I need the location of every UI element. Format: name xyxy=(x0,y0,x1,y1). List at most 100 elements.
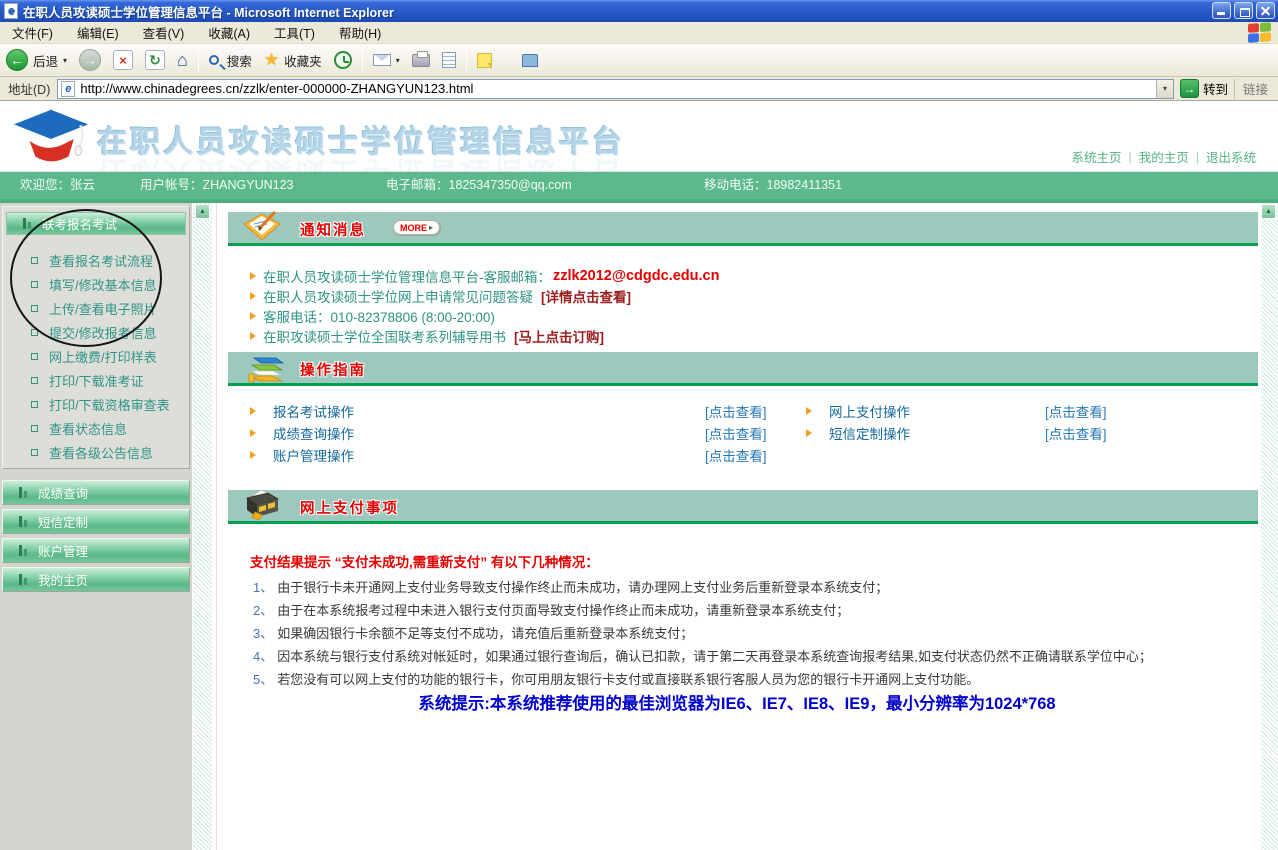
search-button[interactable]: 搜索 xyxy=(203,45,258,75)
content-scroll-up-button[interactable]: ▲ xyxy=(1261,204,1276,219)
back-dropdown-icon[interactable]: ▾ xyxy=(63,56,67,65)
window-title: 在职人员攻读硕士学位管理信息平台 - Microsoft Internet Ex… xyxy=(23,2,394,21)
guide-score-label[interactable]: 成绩查询操作 xyxy=(273,423,354,443)
menu-favorites[interactable]: 收藏(A) xyxy=(196,20,262,45)
guide-score-view-link[interactable]: [点击查看] xyxy=(705,423,767,443)
sidebar-section-account[interactable]: 账户管理 xyxy=(2,538,190,563)
sidebar-item-print-admission[interactable]: 打印/下载准考证 xyxy=(3,368,189,392)
menu-file[interactable]: 文件(F) xyxy=(0,20,65,45)
nav-separator: | xyxy=(1196,150,1199,164)
discuss-button[interactable] xyxy=(516,45,544,75)
close-button[interactable] xyxy=(1256,2,1275,19)
guide-sms-label[interactable]: 短信定制操作 xyxy=(829,423,910,443)
square-bullet-icon xyxy=(31,353,38,360)
order-book-link[interactable]: [马上点击订购] xyxy=(514,326,604,346)
toolbar-separator xyxy=(362,48,363,72)
guide-exam-view-link[interactable]: [点击查看] xyxy=(705,401,767,421)
arrow-bullet-icon xyxy=(250,451,256,459)
messenger-button[interactable] xyxy=(471,45,498,75)
more-button[interactable]: MORE ▸ xyxy=(393,220,440,235)
sidebar-item-view-status[interactable]: 查看状态信息 xyxy=(3,416,189,440)
back-button[interactable]: ← 后退 ▾ xyxy=(0,45,73,75)
notice-list: 在职人员攻读硕士学位管理信息平台-客服邮箱： zzlk2012@cdgdc.ed… xyxy=(250,266,1245,346)
guide-right-column: 网上支付操作 [点击查看] 短信定制操作 [点击查看] xyxy=(806,400,1246,444)
square-bullet-icon xyxy=(31,257,38,264)
sidebar-item-view-announcements[interactable]: 查看各级公告信息 xyxy=(3,440,189,464)
menu-edit[interactable]: 编辑(E) xyxy=(65,20,131,45)
notice-item: 客服电话：010-82378806 (8:00-20:00) xyxy=(250,306,1245,326)
sidebar-item-upload-photo[interactable]: 上传/查看电子照片 xyxy=(3,296,189,320)
nav-system-home[interactable]: 系统主页 xyxy=(1071,147,1121,166)
guide-exam-label[interactable]: 报名考试操作 xyxy=(273,401,354,421)
sidebar-menu-header[interactable]: 联考报名考试 xyxy=(6,212,186,235)
address-dropdown-button[interactable]: ▾ xyxy=(1156,80,1173,98)
go-button[interactable]: → 转到 xyxy=(1180,79,1228,98)
home-button[interactable]: ⌂ xyxy=(171,45,194,75)
square-bullet-icon xyxy=(31,281,38,288)
notice-item: 在职攻读硕士学位全国联考系列辅导用书 [马上点击订购] xyxy=(250,326,1245,346)
menu-help[interactable]: 帮助(H) xyxy=(327,20,393,45)
refresh-button[interactable]: ↻ xyxy=(139,45,171,75)
mail-button[interactable]: ▾ xyxy=(367,45,406,75)
faq-detail-link[interactable]: [详情点击查看] xyxy=(541,286,631,306)
guide-item: 成绩查询操作 [点击查看] xyxy=(250,422,790,444)
sidebar-section-myhome[interactable]: 我的主页 xyxy=(2,567,190,592)
history-button[interactable] xyxy=(328,45,358,75)
links-menu[interactable]: 链接 xyxy=(1234,79,1278,99)
browser-toolbar: ← 后退 ▾ → × ↻ ⌂ 搜索 ★ 收藏夹 ▾ xyxy=(0,44,1278,77)
mail-dropdown-icon[interactable]: ▾ xyxy=(396,56,400,65)
minimize-button[interactable] xyxy=(1212,2,1231,19)
sidebar-scroll-up-button[interactable]: ▲ xyxy=(195,204,210,219)
notice-notepad-icon xyxy=(242,210,282,246)
sidebar-scroll-strip[interactable] xyxy=(193,203,212,850)
payment-list: 1、 由于银行卡未开通网上支付业务导致支付操作终止而未成功，请办理网上支付业务后… xyxy=(253,575,1253,690)
sidebar-item-fill-basic-info[interactable]: 填写/修改基本信息 xyxy=(3,272,189,296)
guide-sms-view-link[interactable]: [点击查看] xyxy=(1045,423,1107,443)
guide-payment-label[interactable]: 网上支付操作 xyxy=(829,401,910,421)
stop-button[interactable]: × xyxy=(107,45,139,75)
service-email-link[interactable]: zzlk2012@cdgdc.edu.cn xyxy=(553,268,719,284)
restore-button[interactable] xyxy=(1234,2,1253,19)
content-scroll-strip[interactable] xyxy=(1261,203,1278,850)
ie-window-icon: e xyxy=(4,3,18,19)
address-label: 地址(D) xyxy=(8,79,50,98)
sidebar-item-view-process[interactable]: 查看报名考试流程 xyxy=(3,248,189,272)
print-button[interactable] xyxy=(406,45,436,75)
guide-account-label[interactable]: 账户管理操作 xyxy=(273,445,354,465)
go-arrow-icon: → xyxy=(1180,79,1199,98)
square-bullet-icon xyxy=(31,329,38,336)
forward-icon: → xyxy=(79,49,101,71)
forward-button[interactable]: → xyxy=(73,45,107,75)
sidebar-item-online-payment[interactable]: 网上缴费/打印样表 xyxy=(3,344,189,368)
arrow-bullet-icon xyxy=(250,407,256,415)
notice-section-title: 通知消息 xyxy=(300,219,366,240)
page-icon: e xyxy=(61,81,75,97)
back-icon: ← xyxy=(6,49,28,71)
site-header: 在职人员攻读硕士学位管理信息平台 在职人员攻读硕士学位管理信息平台 系统主页 |… xyxy=(0,101,1278,172)
sidebar-item-submit-info[interactable]: 提交/修改报考信息 xyxy=(3,320,189,344)
home-icon: ⌂ xyxy=(177,50,188,71)
favorites-button[interactable]: ★ 收藏夹 xyxy=(258,45,328,75)
guide-books-icon xyxy=(242,350,284,386)
sidebar-item-print-qualification[interactable]: 打印/下载资格审查表 xyxy=(3,392,189,416)
menu-tools[interactable]: 工具(T) xyxy=(262,20,327,45)
payment-item: 1、 由于银行卡未开通网上支付业务导致支付操作终止而未成功，请办理网上支付业务后… xyxy=(253,575,1253,598)
menu-view[interactable]: 查看(V) xyxy=(131,20,197,45)
payment-wallet-icon xyxy=(242,488,280,522)
guide-payment-view-link[interactable]: [点击查看] xyxy=(1045,401,1107,421)
sidebar-section-sms[interactable]: 短信定制 xyxy=(2,509,190,534)
guide-account-view-link[interactable]: [点击查看] xyxy=(705,445,767,465)
guide-item: 报名考试操作 [点击查看] xyxy=(250,400,790,422)
sidebar-section-scores[interactable]: 成绩查询 xyxy=(2,480,190,505)
nav-my-home[interactable]: 我的主页 xyxy=(1139,147,1189,166)
address-input[interactable] xyxy=(80,81,1156,96)
edit-button[interactable] xyxy=(436,45,462,75)
discuss-icon xyxy=(522,54,538,67)
payment-item: 3、 如果确因银行卡余额不足等支付不成功，请充值后重新登录本系统支付； xyxy=(253,621,1253,644)
square-bullet-icon xyxy=(31,425,38,432)
nav-logout[interactable]: 退出系统 xyxy=(1206,147,1256,166)
menu-bars-icon xyxy=(19,487,28,498)
guide-section-title: 操作指南 xyxy=(300,359,366,380)
windows-logo-icon xyxy=(1248,22,1272,44)
menu-bars-icon xyxy=(19,516,28,527)
